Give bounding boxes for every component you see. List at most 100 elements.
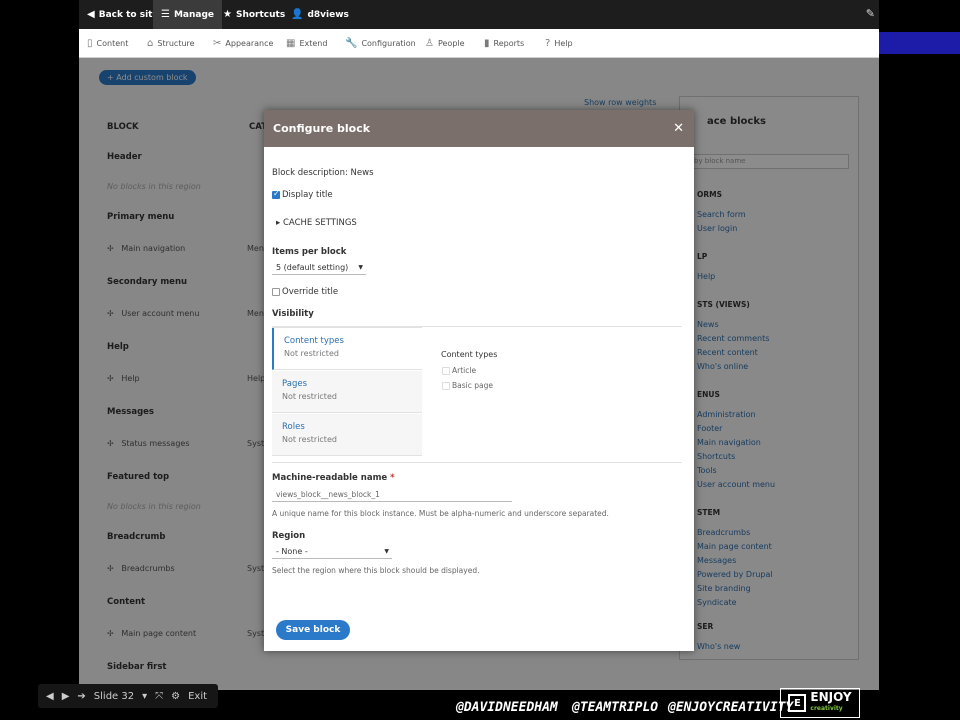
wrench-icon: 🔧 [345,38,358,49]
person-icon: ♙ [425,38,434,49]
vtab-title: Content types [284,336,344,346]
previous-slide-icon[interactable]: ◀ [46,691,54,702]
nav-configuration-label: Configuration [361,39,416,48]
region-label: Region [272,531,306,541]
vtab-roles[interactable]: Roles Not restricted [272,414,422,456]
vtab-content-types[interactable]: Content types Not restricted [272,328,422,370]
fullscreen-icon[interactable]: ⤧ [155,691,163,702]
admin-menu: ▯ Content ⌂ Structure ✂ Appearance ▦ Extend … [79,29,879,58]
puzzle-icon: ▦ [286,38,296,49]
basic-page-checkbox[interactable] [442,382,450,390]
chevron-down-icon[interactable]: ▾ [142,691,147,702]
vtab-title: Roles [282,422,305,432]
article-label: Article [452,366,477,375]
star-icon: ★ [223,9,232,20]
next-slide-icon[interactable]: ➔ [77,691,85,702]
screenshot-slide: ◀ Back to site ☰ Manage ★ Shortcuts 👤 d8… [79,0,879,690]
menu-icon: ☰ [161,9,170,20]
override-title-checkbox[interactable] [272,288,280,296]
user-label: d8views [307,9,349,20]
dialog-title: Configure block [264,110,694,147]
nav-appearance[interactable]: ✂ Appearance [213,29,273,58]
nav-structure[interactable]: ⌂ Structure [147,29,195,58]
nav-extend[interactable]: ▦ Extend [286,29,327,58]
cache-settings-label: CACHE SETTINGS [282,218,357,228]
divider [272,462,682,463]
content-types-heading: Content types [441,350,498,359]
back-arrow-icon: ◀ [87,9,95,20]
gear-icon[interactable]: ⚙ [171,691,180,702]
help-icon: ? [545,38,551,49]
logo-word-text: ENJOY [810,690,852,704]
nav-content-label: Content [96,39,129,48]
machine-name-label-text: Machine-readable name [272,473,388,483]
enjoy-creativity-logo: E ENJOY creativity [780,688,860,718]
appearance-icon: ✂ [213,38,222,49]
nav-help[interactable]: ? Help [545,29,573,58]
logo-word: ENJOY creativity [810,690,852,714]
nav-content[interactable]: ▯ Content [87,29,128,58]
vtab-summary: Not restricted [282,392,337,401]
visibility-vertical-tabs: Content types Not restricted Pages Not r… [272,327,422,462]
display-title-label: Display title [282,190,333,200]
configure-block-dialog: Configure block ✕ Block description: New… [264,110,694,651]
nav-structure-label: Structure [157,39,195,48]
nav-configuration[interactable]: 🔧 Configuration [345,29,416,58]
logo-mark: E [788,694,807,712]
nav-extend-label: Extend [299,39,328,48]
vtab-summary: Not restricted [284,349,339,358]
items-per-block-select[interactable]: 5 (default setting) ▼ [272,261,366,275]
back-to-site-link[interactable]: ◀ Back to site [87,0,159,29]
block-description-value: News [350,168,374,178]
play-icon[interactable]: ▶ [62,691,70,702]
nav-help-label: Help [554,39,573,48]
region-value: - None - [276,547,308,556]
exit-button[interactable]: Exit [188,691,207,702]
vtab-pages[interactable]: Pages Not restricted [272,371,422,413]
machine-name-label: Machine-readable name * [272,473,395,483]
twitter-handle: @TEAMTRIPLO [572,700,659,715]
save-block-button[interactable]: Save block [276,620,350,640]
user-tab[interactable]: 👤 d8views [291,0,349,29]
nav-appearance-label: Appearance [225,39,274,48]
close-icon[interactable]: ✕ [673,121,684,136]
person-icon: 👤 [291,9,304,20]
nav-people-label: People [437,39,465,48]
shortcuts-label: Shortcuts [235,9,286,20]
back-to-site-label: Back to site [98,9,159,20]
items-per-block-label: Items per block [272,247,347,257]
block-description-label: Block description: [272,168,348,178]
caret-right-icon: ▸ [276,218,281,228]
vtab-summary: Not restricted [282,435,337,444]
override-title-label: Override title [282,287,339,297]
pencil-icon[interactable]: ✎ [866,7,875,20]
region-help: Select the region where this block shoul… [272,566,480,575]
logo-sub-text: creativity [810,705,843,712]
cache-settings-toggle[interactable]: ▸ CACHE SETTINGS [276,218,357,228]
nav-people[interactable]: ♙ People [425,29,465,58]
basic-page-label: Basic page [452,381,493,390]
slide-controls: ◀ ▶ ➔ Slide 32 ▾ ⤧ ⚙ Exit [38,684,218,708]
twitter-handle: @DAVIDNEEDHAM [456,700,558,715]
visibility-label: Visibility [272,309,314,319]
items-per-block-value: 5 (default setting) [276,263,349,272]
slide-number[interactable]: Slide 32 [94,691,134,702]
region-select[interactable]: - None - ▼ [272,545,392,559]
file-icon: ▯ [87,38,93,49]
admin-toolbar: ◀ Back to site ☰ Manage ★ Shortcuts 👤 d8… [79,0,879,29]
side-accent-bar [879,32,960,54]
chart-icon: ▮ [484,38,490,49]
manage-tab[interactable]: ☰ Manage [153,0,223,29]
chevron-down-icon: ▼ [384,548,389,555]
nav-reports[interactable]: ▮ Reports [484,29,524,58]
machine-name-input[interactable]: views_block__news_block_1 [272,488,512,502]
vtab-title: Pages [282,379,308,389]
manage-label: Manage [173,9,215,20]
machine-name-help: A unique name for this block instance. M… [272,509,609,518]
presentation-stage: ◀ Back to site ☰ Manage ★ Shortcuts 👤 d8… [0,0,960,720]
shortcuts-tab[interactable]: ★ Shortcuts [223,0,285,29]
display-title-checkbox[interactable] [272,189,280,199]
article-checkbox[interactable] [442,367,450,375]
required-marker: * [390,473,395,483]
chevron-down-icon: ▼ [358,264,363,271]
